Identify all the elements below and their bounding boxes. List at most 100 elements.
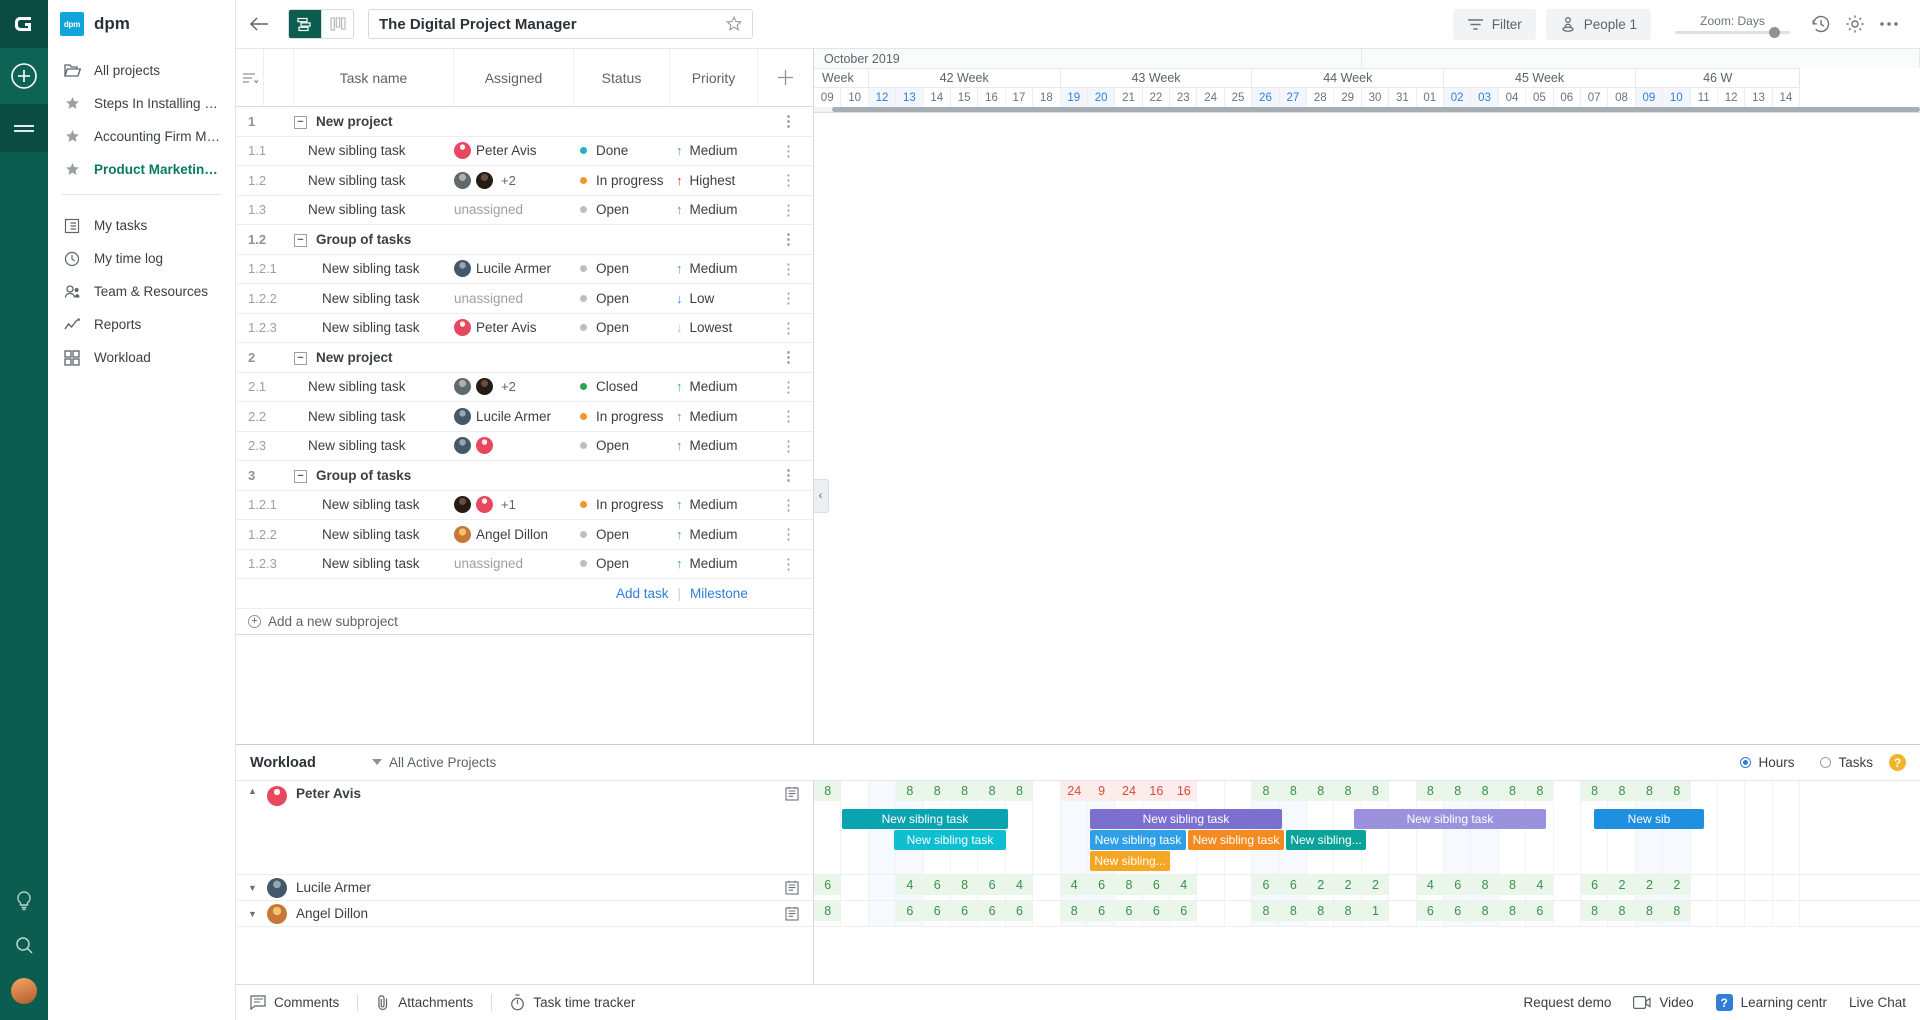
priority-cell[interactable]: ↑Medium xyxy=(676,497,764,512)
workload-project-filter[interactable]: All Active Projects xyxy=(372,755,496,770)
add-column-button[interactable] xyxy=(758,49,812,106)
workload-task-bar[interactable]: New sibling task xyxy=(1090,809,1282,829)
people-button[interactable]: People 1 xyxy=(1546,9,1651,40)
status-cell[interactable]: In progress xyxy=(580,409,676,424)
workload-task-bar[interactable]: New sibling task xyxy=(1354,809,1546,829)
workspace-header[interactable]: dpm dpm xyxy=(48,0,235,48)
workload-task-bar[interactable]: New sibling... xyxy=(1286,830,1366,850)
zoom-slider-track[interactable] xyxy=(1675,31,1790,34)
table-row[interactable]: 1.2.2New sibling taskAngel DillonOpen↑Me… xyxy=(236,520,813,550)
sidebar-item-workload[interactable]: Workload xyxy=(48,341,235,374)
table-row[interactable]: 1.1New sibling taskPeter AvisDone↑Medium… xyxy=(236,137,813,167)
add-task-link[interactable]: Add task xyxy=(616,586,669,601)
row-menu-icon[interactable]: ⋮ xyxy=(764,171,813,189)
assignee-cell[interactable]: Lucile Armer xyxy=(454,260,580,277)
task-name-cell[interactable]: −Group of tasks xyxy=(294,468,454,483)
sidebar-item-reports[interactable]: Reports xyxy=(48,308,235,341)
search-icon[interactable] xyxy=(13,934,35,956)
row-menu-icon[interactable]: ⋮ xyxy=(764,260,813,278)
table-row[interactable]: 2.1New sibling task+2Closed↑Medium⋮ xyxy=(236,373,813,403)
gantt-view-icon[interactable] xyxy=(289,10,321,38)
row-menu-icon[interactable]: ⋮ xyxy=(764,407,813,425)
row-menu-icon[interactable]: ⋮ xyxy=(764,525,813,543)
zoom-control[interactable]: Zoom: Days xyxy=(1675,14,1790,34)
workload-person-row[interactable]: ▼Angel Dillon xyxy=(236,901,813,927)
status-cell[interactable]: Open xyxy=(580,291,676,306)
priority-cell[interactable]: ↑Medium xyxy=(676,527,764,542)
workload-task-bar[interactable]: New sibling task xyxy=(1188,830,1284,850)
table-row[interactable]: 1.2.2New sibling taskunassignedOpen↓Low⋮ xyxy=(236,284,813,314)
priority-cell[interactable]: ↑Medium xyxy=(676,379,764,394)
calendar-icon[interactable] xyxy=(785,880,799,895)
live-chat-link[interactable]: Live Chat xyxy=(1849,995,1906,1010)
task-group-row[interactable]: 1−New project⋮ xyxy=(236,107,813,137)
status-cell[interactable]: Open xyxy=(580,438,676,453)
sidebar-item-team-resources[interactable]: Team & Resources xyxy=(48,275,235,308)
assignee-cell[interactable]: unassigned xyxy=(454,556,580,571)
priority-cell[interactable]: ↑Medium xyxy=(676,409,764,424)
assignee-cell[interactable]: Peter Avis xyxy=(454,142,580,159)
gear-icon[interactable] xyxy=(1838,7,1872,41)
zoom-slider-knob[interactable] xyxy=(1769,27,1780,38)
table-row[interactable]: 1.2.3New sibling taskPeter AvisOpen↓Lowe… xyxy=(236,314,813,344)
priority-cell[interactable]: ↓Lowest xyxy=(676,320,764,335)
favorite-star-icon[interactable] xyxy=(726,16,742,32)
back-button[interactable] xyxy=(236,16,282,32)
status-cell[interactable]: Open xyxy=(580,202,676,217)
calendar-icon[interactable] xyxy=(785,906,799,921)
workload-person-row[interactable]: ▼Lucile Armer xyxy=(236,875,813,901)
row-menu-icon[interactable]: ⋮ xyxy=(764,230,813,248)
row-menu-icon[interactable]: ⋮ xyxy=(764,201,813,219)
board-view-icon[interactable] xyxy=(321,10,353,38)
status-cell[interactable]: Closed xyxy=(580,379,676,394)
table-row[interactable]: 1.3New sibling taskunassignedOpen↑Medium… xyxy=(236,196,813,226)
task-name-cell[interactable]: New sibling task xyxy=(294,261,454,276)
priority-cell[interactable]: ↑Medium xyxy=(676,143,764,158)
more-horizontal-icon[interactable] xyxy=(1872,7,1906,41)
table-row[interactable]: 2.2New sibling taskLucile ArmerIn progre… xyxy=(236,402,813,432)
task-group-row[interactable]: 3−Group of tasks⋮ xyxy=(236,461,813,491)
idea-icon[interactable] xyxy=(13,890,35,912)
workload-task-bar[interactable]: New sibling... xyxy=(1090,851,1170,871)
table-row[interactable]: 1.2New sibling task+2In progress↑Highest… xyxy=(236,166,813,196)
column-header-task-name[interactable]: Task name xyxy=(294,49,454,106)
assignee-cell[interactable]: Lucile Armer xyxy=(454,408,580,425)
sidebar-item-steps-in-installing-rack[interactable]: Steps In Installing Rack Mo... xyxy=(48,87,235,120)
task-name-cell[interactable]: New sibling task xyxy=(294,320,454,335)
table-row[interactable]: 1.2.1New sibling task+1In progress↑Mediu… xyxy=(236,491,813,521)
task-name-cell[interactable]: −New project xyxy=(294,350,454,365)
help-icon[interactable]: ? xyxy=(1889,754,1906,771)
brand-logo[interactable] xyxy=(0,0,48,48)
assignee-cell[interactable]: Angel Dillon xyxy=(454,526,580,543)
row-menu-icon[interactable]: ⋮ xyxy=(764,378,813,396)
workload-person-row[interactable]: ▲Peter Avis xyxy=(236,781,813,875)
history-icon[interactable] xyxy=(1804,7,1838,41)
task-name-cell[interactable]: New sibling task xyxy=(294,379,454,394)
column-header-assigned[interactable]: Assigned xyxy=(454,49,574,106)
priority-cell[interactable]: ↑Medium xyxy=(676,261,764,276)
assignee-cell[interactable]: +2 xyxy=(454,172,580,189)
status-cell[interactable]: In progress xyxy=(580,497,676,512)
radio-hours-icon[interactable] xyxy=(1740,757,1751,768)
task-name-cell[interactable]: New sibling task xyxy=(294,527,454,542)
collapse-toggle-icon[interactable]: − xyxy=(294,352,307,365)
column-menu-icon[interactable] xyxy=(236,49,264,106)
timeline-collapse-handle[interactable]: ‹ xyxy=(814,479,829,513)
task-name-cell[interactable]: New sibling task xyxy=(294,291,454,306)
assignee-cell[interactable] xyxy=(454,437,580,454)
workload-task-bar[interactable]: New sibling task xyxy=(1090,830,1186,850)
task-name-cell[interactable]: −New project xyxy=(294,114,454,129)
caret-up-icon[interactable]: ▲ xyxy=(248,786,258,796)
task-name-cell[interactable]: New sibling task xyxy=(294,556,454,571)
status-cell[interactable]: Done xyxy=(580,143,676,158)
status-cell[interactable]: Open xyxy=(580,527,676,542)
workload-task-bar[interactable]: New sib xyxy=(1594,809,1704,829)
workload-task-bar[interactable]: New sibling task xyxy=(842,809,1008,829)
status-cell[interactable]: Open xyxy=(580,320,676,335)
sidebar-item-product-marketing-plan[interactable]: Product Marketing Plan Te... xyxy=(48,153,235,186)
priority-cell[interactable]: ↑Highest xyxy=(676,173,764,188)
menu-toggle-button[interactable] xyxy=(0,104,48,152)
milestone-link[interactable]: Milestone xyxy=(690,586,748,601)
timeline-scrollbar-thumb[interactable] xyxy=(832,107,1920,112)
project-name-field[interactable]: The Digital Project Manager xyxy=(368,9,753,39)
